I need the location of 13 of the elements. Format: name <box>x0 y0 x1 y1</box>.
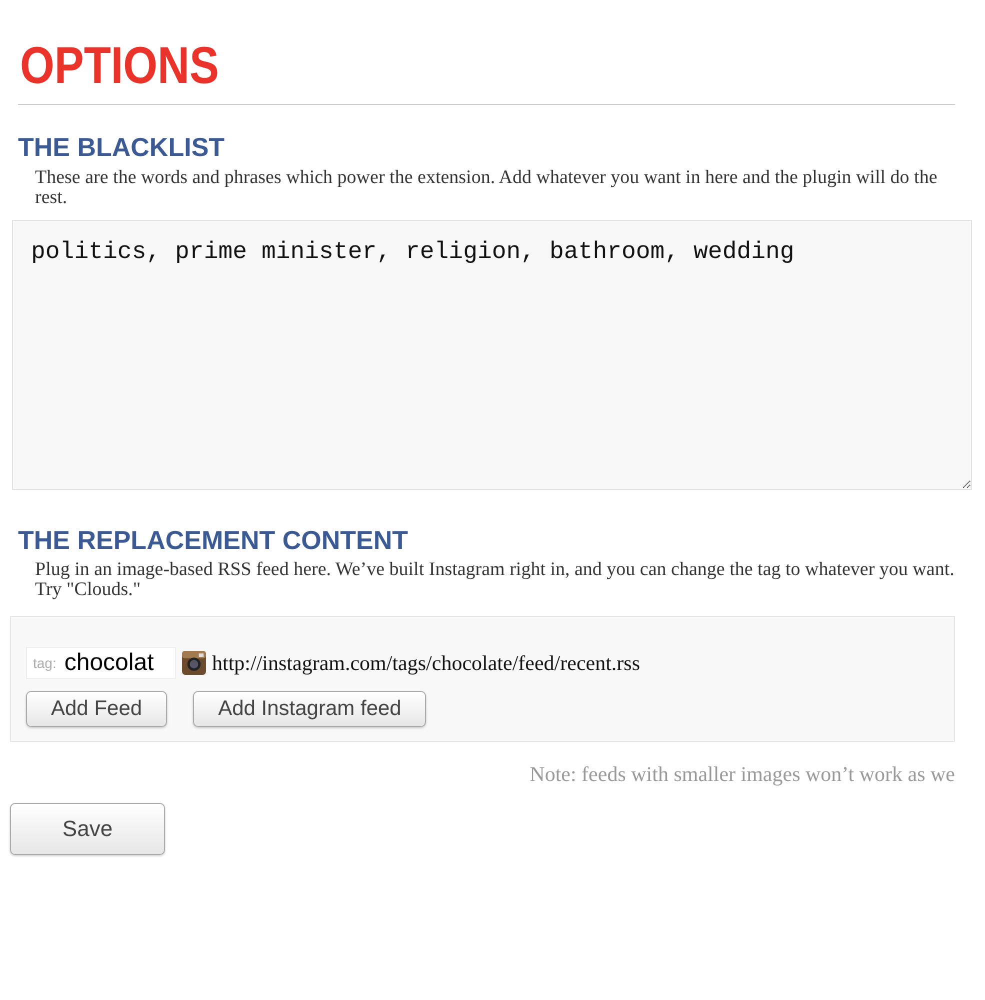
add-feed-button[interactable]: Add Instagram feed <box>193 691 426 728</box>
page-title: OPTIONS <box>20 40 220 92</box>
section-heading: THE REPLACEMENT CONTENT <box>18 526 409 554</box>
save-button[interactable]: Save <box>10 803 165 856</box>
note-text: Note: feeds with smaller images won’t work as we <box>528 762 955 788</box>
add-feed-button[interactable]: Add Feed <box>26 691 168 728</box>
section-description: These are the words and phrases which power the extension. Add whatever you want in here and the plugin will do the rest. <box>35 168 938 208</box>
feed-url: http://instagram.com/tags/chocolate/feed/recent.rss <box>212 650 640 676</box>
camera-icon <box>182 651 206 676</box>
blacklist-textarea[interactable]: politics, prime minister, religion, bathroom, wedding <box>12 220 972 490</box>
section-heading: THE BLACKLIST <box>18 133 226 162</box>
section-description: Plug in an image-based RSS feed here. We’ve built Instagram right in, and you can change the tag to whatever you want. Try "Clouds." <box>35 560 955 600</box>
tag-field[interactable]: tag: chocolat <box>26 647 176 680</box>
